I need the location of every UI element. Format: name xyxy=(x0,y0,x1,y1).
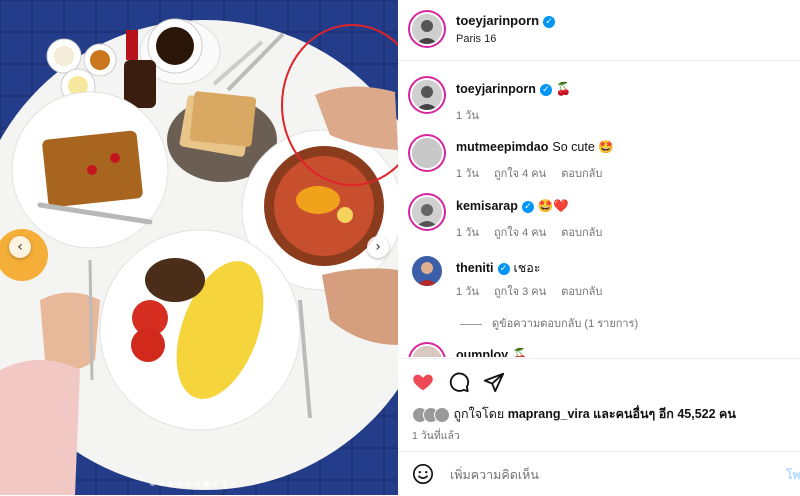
commenter-avatar[interactable] xyxy=(412,256,442,286)
carousel-prev-button[interactable]: ‹ xyxy=(9,236,31,258)
share-icon[interactable] xyxy=(483,371,505,393)
comment-text: 🍒 xyxy=(512,348,528,357)
carousel-dot xyxy=(231,481,236,486)
likes-mid: และคนอื่นๆ อีก xyxy=(593,407,674,421)
verified-icon: ✓ xyxy=(521,200,534,213)
comment-line: toeyjarinporn ✓ 🍒 xyxy=(456,82,571,97)
comment-line: kemisarap ✓ 🤩❤️ xyxy=(456,199,569,214)
carousel-dot-active xyxy=(204,481,209,486)
carousel-dot xyxy=(177,481,182,486)
heart-icon[interactable] xyxy=(412,371,434,393)
comment-username[interactable]: toeyjarinporn xyxy=(456,82,536,96)
carousel-dot xyxy=(168,481,173,486)
reply-button[interactable]: ตอบกลับ xyxy=(561,286,602,298)
comment-text: 🤩❤️ xyxy=(537,199,569,213)
view-replies-button[interactable]: ดูข้อความตอบกลับ (1 รายการ) xyxy=(460,314,638,332)
verified-icon: ✓ xyxy=(543,15,556,28)
carousel-dot xyxy=(159,481,164,486)
comments-list[interactable]: toeyjarinporn ✓ 🍒 1 วัน mutmeepimdao So cut… xyxy=(398,60,800,357)
likes-summary[interactable]: ถูกใจโดย maprang_vira และคนอื่นๆ อีก 45,… xyxy=(412,404,736,424)
carousel-dot xyxy=(186,481,191,486)
comment-username[interactable]: mutmeepimdao xyxy=(456,140,548,154)
comment-line: oumploy 🍒 xyxy=(456,348,528,357)
comment-username[interactable]: oumploy xyxy=(456,348,508,357)
post-timestamp[interactable]: 1 วันที่แล้ว xyxy=(412,427,460,444)
comment-line: theniti ✓ เชอะ xyxy=(456,258,540,278)
verified-icon: ✓ xyxy=(539,83,552,96)
commenter-avatar[interactable] xyxy=(412,138,442,168)
reply-button[interactable]: ตอบกลับ xyxy=(561,168,602,180)
comment-time[interactable]: 1 วัน xyxy=(456,168,479,180)
comment-time[interactable]: 1 วัน xyxy=(456,227,479,239)
carousel-dots xyxy=(150,481,236,486)
author-username[interactable]: toeyjarinporn xyxy=(456,13,539,28)
comment-time[interactable]: 1 วัน xyxy=(456,110,479,122)
comment-meta: 1 วัน ถูกใจ 3 คน ตอบกลับ xyxy=(456,282,614,300)
post-comment-button[interactable]: โพสต์ xyxy=(786,466,800,485)
comment-likes[interactable]: ถูกใจ 4 คน xyxy=(494,227,546,239)
post-side-panel: toeyjarinporn ✓ Paris 16 toeyjarinporn ✓ 🍒 … xyxy=(398,0,800,495)
commenter-avatar[interactable] xyxy=(412,80,442,110)
author-username-row: toeyjarinporn ✓ xyxy=(456,13,556,28)
post-actions-bar xyxy=(398,358,800,405)
comment-username[interactable]: kemisarap xyxy=(456,199,518,213)
reply-button[interactable]: ตอบกลับ xyxy=(561,227,602,239)
post-header: toeyjarinporn ✓ Paris 16 xyxy=(398,0,800,61)
carousel-next-button[interactable]: › xyxy=(367,236,389,258)
chevron-right-icon: › xyxy=(375,239,381,255)
carousel-dot xyxy=(213,481,218,486)
comment-likes[interactable]: ถูกใจ 4 คน xyxy=(494,168,546,180)
carousel-dot xyxy=(222,481,227,486)
likes-user[interactable]: maprang_vira xyxy=(508,407,590,421)
carousel-dot xyxy=(195,481,200,486)
comment-time[interactable]: 1 วัน xyxy=(456,286,479,298)
likes-prefix: ถูกใจโดย xyxy=(453,407,505,421)
comment-meta: 1 วัน xyxy=(456,106,491,124)
verified-icon: ✓ xyxy=(497,262,510,275)
view-replies-label: ดูข้อความตอบกลับ (1 รายการ) xyxy=(492,318,639,330)
comment-username[interactable]: theniti xyxy=(456,261,494,275)
comment-text: So cute 🤩 xyxy=(552,140,614,154)
comment-icon[interactable] xyxy=(448,371,470,393)
emoji-icon[interactable] xyxy=(412,463,434,485)
author-avatar[interactable] xyxy=(412,14,442,44)
add-comment-bar: โพสต์ xyxy=(398,451,800,496)
carousel-dot xyxy=(150,481,155,486)
breakfast-photo-illustration xyxy=(0,0,398,495)
commenter-avatar[interactable] xyxy=(412,197,442,227)
comment-meta: 1 วัน ถูกใจ 4 คน ตอบกลับ xyxy=(456,223,614,241)
comment-input[interactable] xyxy=(448,462,752,488)
post-photo[interactable]: ‹ › xyxy=(0,0,398,495)
instagram-post-view: ‹ › toeyjarinporn ✓ Paris 16 toeyjarinpo… xyxy=(0,0,800,495)
likes-count: 45,522 xyxy=(677,407,716,421)
likes-suffix: คน xyxy=(719,407,736,421)
chevron-left-icon: ‹ xyxy=(17,239,23,255)
post-location[interactable]: Paris 16 xyxy=(456,33,496,45)
comment-line: mutmeepimdao So cute 🤩 xyxy=(456,140,614,155)
comment-text: เชอะ xyxy=(513,261,541,275)
commenter-avatar[interactable] xyxy=(412,346,442,357)
comment-meta: 1 วัน ถูกใจ 4 คน ตอบกลับ xyxy=(456,164,614,182)
comment-text: 🍒 xyxy=(555,82,572,96)
replies-divider xyxy=(460,323,482,325)
comment-likes[interactable]: ถูกใจ 3 คน xyxy=(494,286,546,298)
liker-avatar xyxy=(434,406,450,423)
